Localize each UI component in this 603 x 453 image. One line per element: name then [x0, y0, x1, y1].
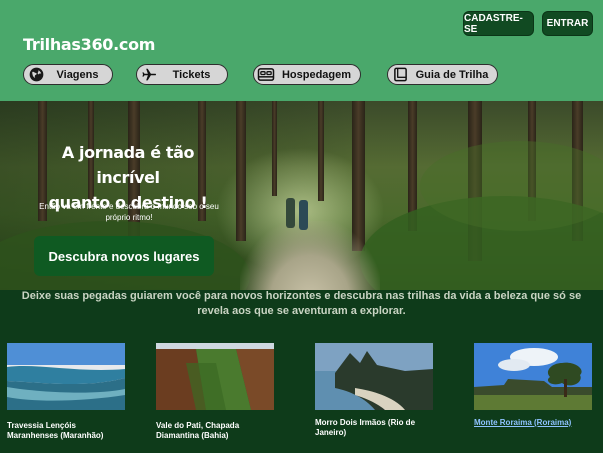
signup-button[interactable]: CADASTRE-SE: [463, 11, 534, 36]
monte-roraima-photo[interactable]: [474, 343, 592, 410]
hero-title-line1: A jornada é tão incrível: [61, 143, 195, 187]
tree-trunk: [272, 101, 277, 196]
tree-trunk: [318, 101, 324, 201]
site-logo[interactable]: Trilhas360.com: [23, 35, 155, 54]
login-button[interactable]: ENTRAR: [542, 11, 593, 36]
trail-path: [240, 221, 380, 290]
top-header: Trilhas360.com CADASTRE-SE ENTRAR Viagen…: [0, 0, 603, 101]
morro-dois-irmaos-photo[interactable]: [315, 343, 433, 410]
globe-icon: [27, 67, 45, 83]
nav-guia-de-trilha[interactable]: Guia de Trilha: [387, 64, 498, 85]
nav-viagens-label: Viagens: [56, 68, 99, 81]
discover-places-button[interactable]: Descubra novos lugares: [34, 236, 214, 276]
nav-tickets-label: Tickets: [172, 68, 211, 81]
nav-hospedagem[interactable]: Hospedagem: [253, 64, 361, 85]
nav-guia-label: Guia de Trilha: [415, 68, 489, 81]
hero-subtitle: Então vá em frente e descubra o mundo so…: [18, 201, 240, 223]
vale-do-pati-photo[interactable]: [156, 343, 274, 410]
destination-title[interactable]: Morro Dois Irmãos (Rio de Janeiro): [315, 418, 415, 438]
tagline-line2: revela aos que se aventuram a explorar.: [197, 305, 406, 317]
destination-title[interactable]: Vale do Pati, Chapada Diamantina (Bahia): [156, 421, 239, 441]
nav-tickets[interactable]: Tickets: [136, 64, 228, 85]
bed-icon: [257, 67, 275, 83]
airplane-icon: [140, 67, 158, 83]
hero-subtitle-line2: próprio ritmo!: [105, 213, 153, 222]
nav-hospedagem-label: Hospedagem: [281, 68, 352, 81]
hiker: [286, 198, 295, 228]
hiker: [299, 200, 308, 230]
hero-subtitle-line1: Então vá em frente e descubra o mundo so…: [39, 202, 219, 211]
destination-title[interactable]: Travessia Lençóis Maranhenses (Maranhão): [7, 421, 103, 441]
destination-title-link[interactable]: Monte Roraima (Roraima): [474, 418, 571, 428]
book-icon: [391, 67, 409, 83]
tagline-line1: Deixe suas pegadas guiarem você para nov…: [21, 290, 582, 302]
tagline: Deixe suas pegadas guiarem você para nov…: [6, 289, 597, 319]
lencois-maranhenses-photo[interactable]: [7, 343, 125, 410]
nav-viagens[interactable]: Viagens: [23, 64, 113, 85]
